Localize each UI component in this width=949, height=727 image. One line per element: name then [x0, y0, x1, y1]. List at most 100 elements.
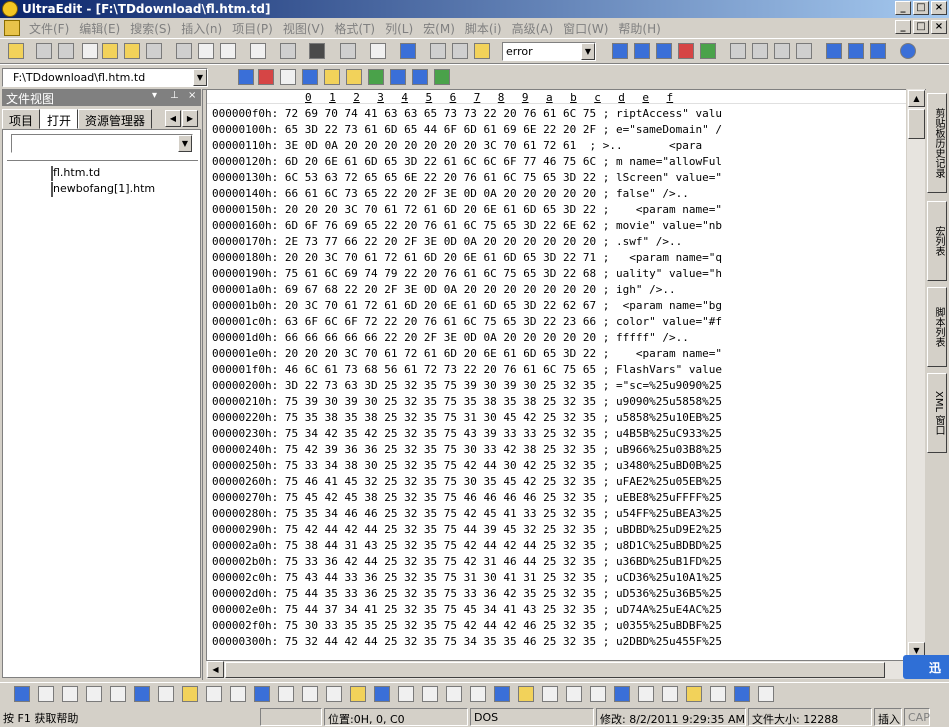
find-next-icon[interactable] — [634, 43, 650, 59]
anchor-icon[interactable] — [518, 686, 534, 702]
radio-icon[interactable] — [446, 686, 462, 702]
highlight-icon[interactable] — [206, 686, 222, 702]
cascade-icon[interactable] — [870, 43, 886, 59]
font-color-icon[interactable] — [182, 686, 198, 702]
hex-row[interactable]: 000002f0h: 75 30 33 35 35 25 32 35 75 42… — [212, 618, 722, 634]
network-icon[interactable] — [412, 69, 428, 85]
side-tab-clipboard-history[interactable]: 剪贴板历史记录 — [927, 93, 947, 193]
line-numbers-icon[interactable] — [340, 43, 356, 59]
hex-row[interactable]: 000001c0h: 63 6F 6C 6F 72 22 20 76 61 6C… — [212, 314, 722, 330]
hex-row[interactable]: 00000250h: 75 33 34 38 30 25 32 35 75 42… — [212, 458, 722, 474]
horizontal-scroll-thumb[interactable] — [225, 662, 885, 678]
table-col-icon[interactable] — [662, 686, 678, 702]
hex-row[interactable]: 00000110h: 3E 0D 0A 20 20 20 20 20 20 20… — [212, 138, 722, 154]
menu-item[interactable]: 视图(V) — [280, 20, 328, 37]
chevron-down-icon[interactable]: ▼ — [178, 135, 192, 152]
hex-row[interactable]: 00000140h: 66 61 6C 73 65 22 20 2F 3E 0D… — [212, 186, 722, 202]
hex-row[interactable]: 00000240h: 75 42 39 36 36 25 32 35 75 30… — [212, 442, 722, 458]
hex-row[interactable]: 00000290h: 75 42 44 42 44 25 32 35 75 44… — [212, 522, 722, 538]
back-icon[interactable] — [36, 43, 52, 59]
image-icon[interactable] — [470, 686, 486, 702]
file-path-combo[interactable]: F:\TDdownload\fl.htm.td ▼ — [2, 68, 208, 87]
tab-open[interactable]: 打开 — [40, 109, 79, 129]
menu-item[interactable]: 窗口(W) — [560, 20, 611, 37]
chevron-down-icon[interactable]: ▼ — [581, 43, 595, 60]
google-search-icon[interactable] — [238, 69, 254, 85]
hex-row[interactable]: 00000300h: 75 32 44 42 44 25 32 35 75 34… — [212, 634, 722, 650]
hex-row[interactable]: 000002d0h: 75 44 35 33 36 25 32 35 75 33… — [212, 586, 722, 602]
checkbox-icon[interactable] — [422, 686, 438, 702]
find-previous-icon[interactable] — [656, 43, 672, 59]
yahoo-search-icon[interactable] — [258, 69, 274, 85]
table-icon[interactable] — [614, 686, 630, 702]
menu-item[interactable]: 宏(M) — [420, 20, 458, 37]
lightbulb-icon[interactable] — [324, 69, 340, 85]
hex-row[interactable]: 00000180h: 20 20 3C 70 61 72 61 6D 20 6E… — [212, 250, 722, 266]
form-icon[interactable] — [710, 686, 726, 702]
hex-row[interactable]: 00000270h: 75 45 42 45 38 25 32 35 75 46… — [212, 490, 722, 506]
align-left-icon[interactable] — [730, 43, 746, 59]
menu-item[interactable]: 项目(P) — [229, 20, 276, 37]
comment-icon[interactable] — [590, 686, 606, 702]
hex-row[interactable]: 00000120h: 6D 20 6E 61 6D 65 3D 22 61 6C… — [212, 154, 722, 170]
hex-row[interactable]: 00000160h: 6D 6F 76 69 65 22 20 76 61 6C… — [212, 218, 722, 234]
wikipedia-icon[interactable] — [280, 69, 296, 85]
select-icon[interactable] — [398, 686, 414, 702]
hex-row[interactable]: 00000170h: 2E 73 77 66 22 20 2F 3E 0D 0A… — [212, 234, 722, 250]
special-char-icon[interactable] — [566, 686, 582, 702]
ultraedit-app-icon[interactable] — [2, 1, 18, 17]
hex-row[interactable]: 00000230h: 75 34 42 35 42 25 32 35 75 43… — [212, 426, 722, 442]
panel-menu-icon[interactable]: ▾ — [152, 90, 157, 101]
sun-icon[interactable] — [346, 69, 362, 85]
italic-icon[interactable] — [38, 686, 54, 702]
numbered-list-icon[interactable] — [158, 686, 174, 702]
strikethrough-icon[interactable] — [86, 686, 102, 702]
notepad-icon[interactable] — [368, 69, 384, 85]
align-right-icon[interactable] — [278, 686, 294, 702]
textarea-icon[interactable] — [350, 686, 366, 702]
vertical-scrollbar[interactable]: ▲ ▼ — [906, 89, 925, 661]
tile-horizontal-icon[interactable] — [826, 43, 842, 59]
close-icon[interactable]: × — [188, 90, 196, 101]
pin-icon[interactable]: ⊥ — [170, 90, 179, 101]
maximize-button[interactable]: □ — [913, 1, 929, 15]
picture-icon[interactable] — [494, 686, 510, 702]
hex-row[interactable]: 000001d0h: 66 66 66 66 66 22 20 2F 3E 0D… — [212, 330, 722, 346]
table-cell-icon[interactable] — [686, 686, 702, 702]
justify-icon[interactable] — [796, 43, 812, 59]
menu-item[interactable]: 编辑(E) — [76, 20, 123, 37]
menu-item[interactable]: 文件(F) — [26, 20, 72, 37]
find-icon[interactable] — [612, 43, 628, 59]
bullet-list-icon[interactable] — [134, 686, 150, 702]
bold-icon[interactable] — [14, 686, 30, 702]
hex-row[interactable]: 000002b0h: 75 33 36 42 44 25 32 35 75 42… — [212, 554, 722, 570]
scroll-up-icon[interactable]: ▲ — [908, 90, 925, 107]
tab-project[interactable]: 项目 — [2, 109, 41, 129]
hex-row[interactable]: 00000280h: 75 35 34 46 46 25 32 35 75 42… — [212, 506, 722, 522]
close-button[interactable]: × — [931, 1, 947, 15]
open-file-item[interactable]: fl.htm.td — [7, 165, 198, 181]
doc-close-button[interactable]: × — [931, 20, 947, 34]
align-left-icon[interactable] — [230, 686, 246, 702]
horizontal-scrollbar[interactable]: ◀ — [206, 661, 906, 679]
hex-row[interactable]: 00000210h: 75 39 30 39 30 25 32 35 75 35… — [212, 394, 722, 410]
document-system-menu-icon[interactable] — [4, 20, 20, 36]
frame-icon[interactable] — [734, 686, 750, 702]
paragraph-icon[interactable] — [110, 686, 126, 702]
text-field-icon[interactable] — [326, 686, 342, 702]
php-icon[interactable] — [390, 69, 406, 85]
new-file-icon[interactable] — [82, 43, 98, 59]
align-right-icon[interactable] — [774, 43, 790, 59]
open-recent-icon[interactable] — [124, 43, 140, 59]
open-folder-icon[interactable] — [102, 43, 118, 59]
link-icon[interactable] — [542, 686, 558, 702]
menu-item[interactable]: 插入(n) — [178, 20, 225, 37]
tile-vertical-icon[interactable] — [848, 43, 864, 59]
thunder-badge[interactable]: 迅 — [903, 655, 949, 679]
print-preview-icon[interactable] — [198, 43, 214, 59]
menu-item[interactable]: 搜索(S) — [127, 20, 174, 37]
open-in-browser-icon[interactable] — [220, 43, 236, 59]
hex-row[interactable]: 000001f0h: 46 6C 61 73 68 56 61 72 73 22… — [212, 362, 722, 378]
open-file-item[interactable]: newbofang[1].htm — [7, 181, 198, 197]
scroll-thumb[interactable] — [908, 109, 925, 139]
